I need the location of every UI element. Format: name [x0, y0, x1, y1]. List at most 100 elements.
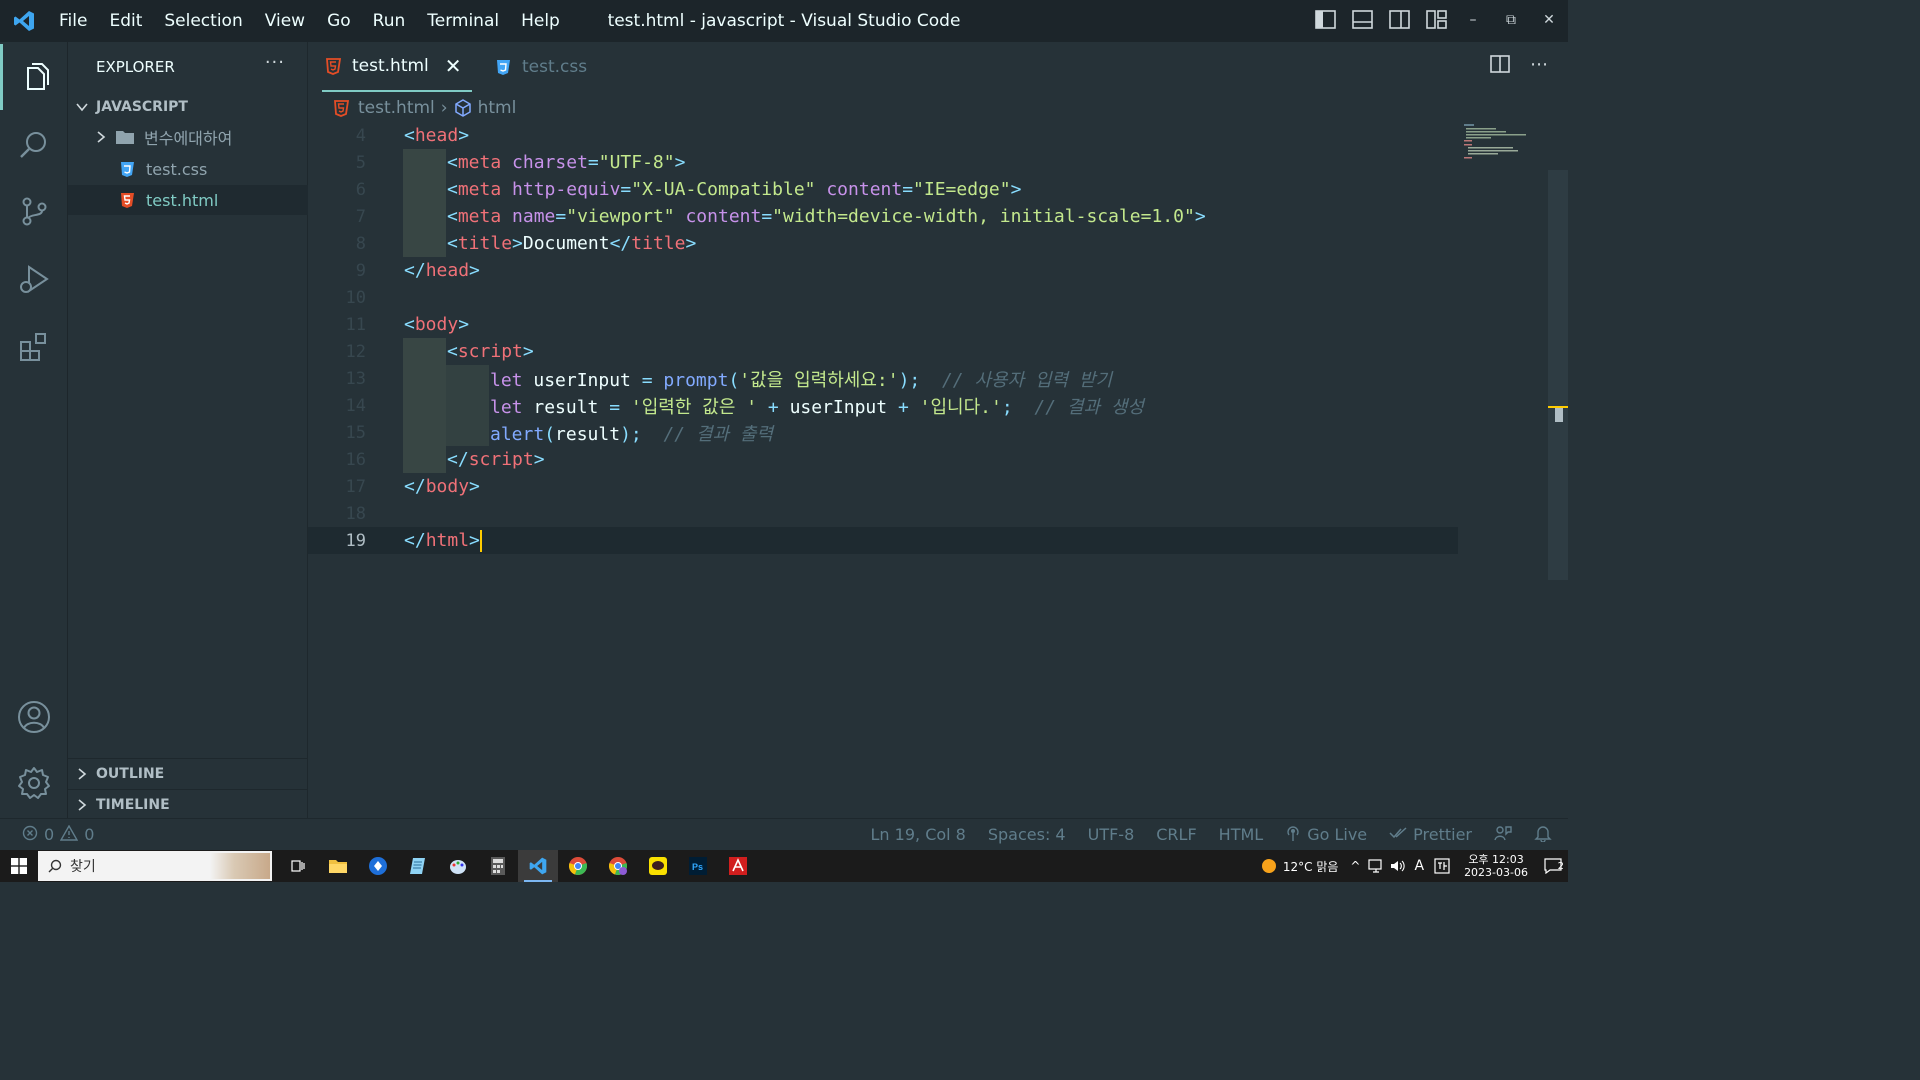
- title-bar: File Edit Selection View Go Run Terminal…: [0, 0, 1568, 42]
- notification-center-icon[interactable]: 2: [1538, 858, 1568, 874]
- breadcrumb: test.html › html: [308, 94, 516, 122]
- tree-item-label: 변수에대하여: [144, 129, 233, 148]
- menu-run[interactable]: Run: [362, 11, 417, 31]
- end-of-line[interactable]: CRLF: [1156, 825, 1196, 844]
- code-editor[interactable]: 4 <head> 5 <meta charset="UTF-8"> 6 <met…: [308, 122, 1548, 818]
- feedback-icon[interactable]: [1494, 824, 1512, 846]
- toggle-panel-icon[interactable]: [1351, 8, 1374, 31]
- code-line-18: 18: [308, 500, 1458, 527]
- more-actions-icon[interactable]: ⋯: [1530, 54, 1548, 79]
- go-live-button[interactable]: Go Live: [1285, 824, 1367, 846]
- svg-text:Ps: Ps: [692, 862, 703, 872]
- tab-test-css[interactable]: test.css: [492, 42, 612, 92]
- ime-indicator[interactable]: A: [1414, 858, 1424, 874]
- menu-go[interactable]: Go: [316, 11, 362, 31]
- chrome-profile-icon[interactable]: [598, 850, 638, 882]
- vertical-scrollbar[interactable]: [1548, 170, 1568, 580]
- token: </: [447, 449, 469, 470]
- breadcrumb-symbol[interactable]: html: [478, 98, 517, 118]
- breadcrumb-file[interactable]: test.html: [358, 98, 435, 118]
- error-icon: [22, 825, 38, 845]
- scrollbar-thumb[interactable]: [1555, 408, 1563, 422]
- folder-header[interactable]: JAVASCRIPT: [68, 92, 308, 122]
- notepad-icon[interactable]: [398, 850, 438, 882]
- language-mode[interactable]: HTML: [1219, 825, 1264, 844]
- menu-terminal[interactable]: Terminal: [416, 11, 510, 31]
- chevron-up-icon[interactable]: ^: [1350, 859, 1360, 873]
- customize-layout-icon[interactable]: [1425, 8, 1448, 31]
- restore-icon[interactable]: ⧉: [1492, 0, 1530, 42]
- error-count: 0: [44, 825, 55, 844]
- kakaotalk-icon[interactable]: [638, 850, 678, 882]
- taskbar-search-box[interactable]: 찾기: [38, 851, 272, 881]
- outline-label: OUTLINE: [96, 765, 165, 782]
- search-icon[interactable]: [0, 112, 68, 178]
- token: meta: [457, 152, 502, 173]
- volume-icon[interactable]: [1390, 859, 1406, 873]
- menu-edit[interactable]: Edit: [98, 11, 153, 31]
- paint-icon[interactable]: [438, 850, 478, 882]
- toggle-secondary-sidebar-icon[interactable]: [1388, 8, 1411, 31]
- code-line-6: 6 <meta http-equiv="X-UA-Compatible" con…: [308, 176, 1458, 203]
- line-number: 17: [345, 476, 366, 497]
- token: </: [404, 529, 426, 551]
- token: meta: [457, 206, 502, 227]
- line-number: 18: [345, 503, 366, 524]
- extensions-icon[interactable]: [0, 314, 68, 380]
- source-control-icon[interactable]: [0, 178, 68, 244]
- weather-text[interactable]: 12°C 맑음: [1283, 858, 1339, 875]
- tab-test-html[interactable]: test.html ✕: [322, 42, 472, 92]
- close-icon[interactable]: ✕: [445, 54, 462, 78]
- menu-view[interactable]: View: [254, 11, 316, 31]
- menu-help[interactable]: Help: [510, 11, 571, 31]
- token: content: [826, 179, 903, 200]
- token: </: [609, 233, 632, 254]
- encoding[interactable]: UTF-8: [1088, 825, 1135, 844]
- prettier-button[interactable]: Prettier: [1389, 825, 1472, 844]
- tree-item-test-html[interactable]: test.html: [68, 185, 308, 215]
- activity-bar: [0, 42, 68, 818]
- outline-header[interactable]: OUTLINE: [68, 758, 308, 788]
- photoshop-icon[interactable]: Ps: [678, 850, 718, 882]
- css-file-icon: [492, 56, 514, 78]
- chrome-icon[interactable]: [558, 850, 598, 882]
- toggle-primary-sidebar-icon[interactable]: [1314, 8, 1337, 31]
- account-icon[interactable]: [0, 684, 68, 750]
- explorer-icon[interactable]: [0, 44, 68, 110]
- network-icon[interactable]: [1368, 859, 1384, 873]
- bell-icon[interactable]: [1534, 824, 1552, 846]
- run-debug-icon[interactable]: [0, 246, 68, 312]
- timeline-header[interactable]: TIMELINE: [68, 789, 308, 819]
- code-line-5: 5 <meta charset="UTF-8">: [308, 149, 1458, 176]
- minimap[interactable]: [1462, 122, 1532, 162]
- explorer-more-actions[interactable]: ···: [265, 52, 285, 73]
- problems-indicator[interactable]: 0 0: [22, 824, 94, 845]
- manage-gear-icon[interactable]: [0, 750, 68, 816]
- minimize-icon[interactable]: –: [1454, 0, 1492, 42]
- token: =: [609, 396, 621, 418]
- token: =: [620, 179, 632, 200]
- indentation[interactable]: Spaces: 4: [988, 825, 1066, 844]
- windows-start-icon[interactable]: [0, 850, 38, 882]
- app-blue-circle-icon[interactable]: [358, 850, 398, 882]
- vscode-taskbar-icon[interactable]: [518, 850, 558, 882]
- cursor-position[interactable]: Ln 19, Col 8: [871, 825, 966, 844]
- status-bar: 0 0 Ln 19, Col 8 Spaces: 4 UTF-8 CRLF HT…: [0, 818, 1568, 850]
- css-file-icon: [116, 158, 138, 180]
- file-explorer-icon[interactable]: [318, 850, 358, 882]
- tree-item-test-css[interactable]: test.css: [68, 154, 308, 184]
- tree-item-label: test.html: [146, 190, 219, 210]
- token: // 결과 출력: [663, 423, 774, 445]
- calculator-icon[interactable]: [478, 850, 518, 882]
- keyboard-icon[interactable]: [1434, 858, 1450, 874]
- menu-selection[interactable]: Selection: [153, 11, 253, 31]
- clock[interactable]: 오후 12:03 2023-03-06: [1464, 853, 1528, 879]
- token: charset: [512, 152, 588, 173]
- split-editor-icon[interactable]: [1490, 54, 1510, 79]
- task-view-icon[interactable]: [278, 850, 318, 882]
- tree-item-folder[interactable]: 변수에대하여: [68, 122, 308, 152]
- close-window-icon[interactable]: ✕: [1530, 0, 1568, 42]
- menu-file[interactable]: File: [48, 11, 98, 31]
- token: title: [631, 233, 686, 254]
- acrobat-icon[interactable]: [718, 850, 758, 882]
